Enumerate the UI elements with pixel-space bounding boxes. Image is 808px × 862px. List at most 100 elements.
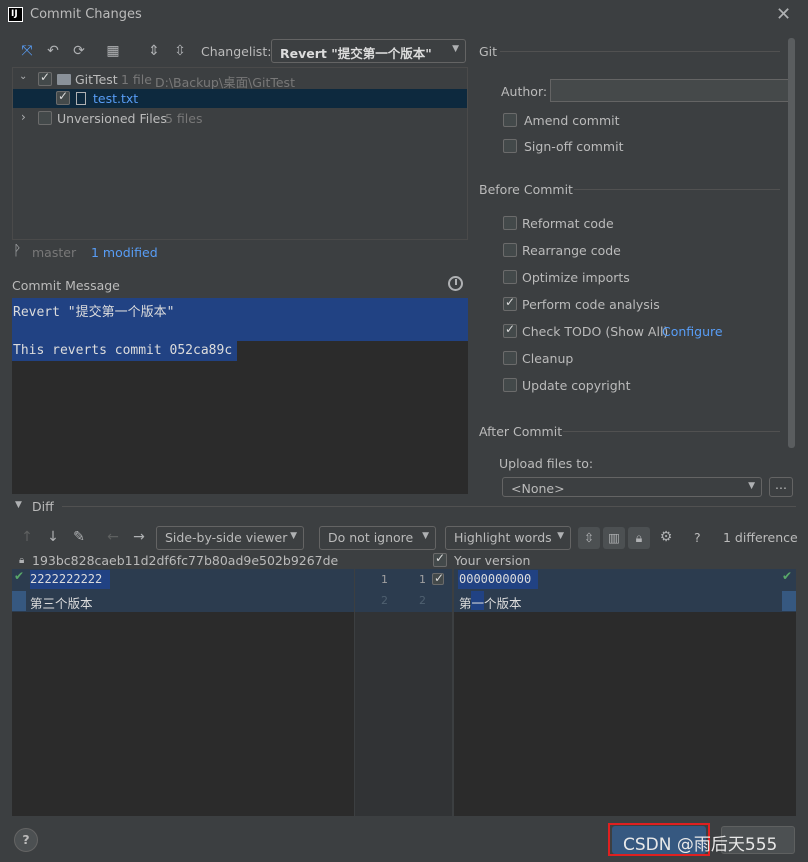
- rearrange-checkbox[interactable]: [503, 243, 517, 257]
- upload-more-button[interactable]: ...: [769, 477, 793, 497]
- gutter-left-1: 1: [381, 573, 388, 586]
- chevron-down-icon[interactable]: ⌄: [19, 71, 27, 82]
- author-input[interactable]: [550, 79, 789, 102]
- reformat-label[interactable]: Reformat code: [522, 216, 614, 231]
- tree-root-row[interactable]: ⌄ GitTest 1 file D:\Backup\桌面\GitTest: [13, 70, 467, 90]
- arrow-right-icon[interactable]: →: [130, 529, 148, 545]
- right-header-title: Your version: [454, 553, 531, 568]
- changelist-label: Changelist:: [201, 44, 272, 59]
- unversioned-name: Unversioned Files: [57, 111, 167, 126]
- copyright-checkbox[interactable]: [503, 378, 517, 392]
- chevron-right-icon[interactable]: ›: [21, 110, 26, 124]
- reformat-checkbox[interactable]: [503, 216, 517, 230]
- todo-checkbox[interactable]: [503, 322, 517, 338]
- left-line-1: 2222222222: [30, 572, 103, 586]
- changes-tree[interactable]: ⌄ GitTest 1 file D:\Backup\桌面\GitTest te…: [12, 67, 468, 240]
- arrow-up-icon[interactable]: ↑: [18, 529, 36, 545]
- sync-scroll-icon[interactable]: ▥: [603, 527, 625, 549]
- amend-checkbox[interactable]: [503, 113, 517, 127]
- ignore-value: Do not ignore: [328, 530, 414, 545]
- arrow-down-icon[interactable]: ↓: [44, 529, 62, 545]
- arrow-left-icon[interactable]: ←: [104, 529, 122, 545]
- check-icon: ✔: [782, 569, 793, 583]
- group-by-icon[interactable]: ▦: [104, 43, 122, 59]
- upload-label: Upload files to:: [499, 456, 594, 471]
- viewer-value: Side-by-side viewer: [165, 530, 288, 545]
- left-revision-hash: 193bc828caeb11d2df6fc77b80ad9e502b9267de: [32, 553, 339, 568]
- help-icon[interactable]: ?: [694, 530, 701, 545]
- options-scrollbar[interactable]: [788, 38, 795, 448]
- help-button[interactable]: ?: [14, 828, 38, 852]
- chevron-down-icon: ▼: [557, 531, 564, 541]
- refresh-icon[interactable]: ⟳: [70, 43, 88, 59]
- gutter-right-1: 1: [419, 573, 426, 586]
- right-header-checkbox[interactable]: [433, 551, 447, 567]
- configure-link[interactable]: Configure: [662, 324, 723, 339]
- lock-icon[interactable]: 🔒︎: [628, 527, 650, 549]
- todo-label[interactable]: Check TODO (Show All): [522, 324, 668, 339]
- cleanup-label[interactable]: Cleanup: [522, 351, 573, 366]
- close-icon[interactable]: ✕: [776, 4, 791, 25]
- chevron-down-icon: ▼: [290, 531, 297, 541]
- amend-label[interactable]: Amend commit: [524, 113, 620, 128]
- changelist-select[interactable]: Revert "提交第一个版本" ▼: [271, 39, 466, 63]
- root-name: GitTest: [75, 72, 118, 87]
- git-section-title: Git: [479, 44, 498, 59]
- ignore-select[interactable]: Do not ignore ▼: [319, 526, 436, 550]
- clock-icon[interactable]: [448, 276, 463, 291]
- upload-select[interactable]: <None> ▼: [502, 477, 762, 497]
- commit-line-1: Revert "提交第一个版本": [13, 305, 175, 320]
- changelist-value: Revert "提交第一个版本": [280, 46, 432, 61]
- file-checkbox[interactable]: [56, 89, 70, 105]
- window-title: Commit Changes: [30, 7, 142, 22]
- viewer-select[interactable]: Side-by-side viewer ▼: [156, 526, 304, 550]
- copyright-label[interactable]: Update copyright: [522, 378, 630, 393]
- chevron-down-icon: ▼: [422, 531, 429, 541]
- root-count: 1 file: [121, 72, 152, 87]
- right-gutter-marker: [782, 591, 796, 611]
- chevron-down-icon[interactable]: ▼: [15, 500, 22, 510]
- branch-name: master: [32, 245, 77, 260]
- commit-message-editor[interactable]: Revert "提交第一个版本" This reverts commit 052…: [12, 298, 468, 494]
- undo-icon[interactable]: ↶: [44, 43, 62, 59]
- diff-divider: [62, 506, 796, 507]
- edit-icon[interactable]: ✎: [70, 529, 88, 545]
- before-commit-divider: [574, 189, 780, 190]
- root-checkbox[interactable]: [38, 70, 52, 86]
- rearrange-label[interactable]: Rearrange code: [522, 243, 621, 258]
- cleanup-checkbox[interactable]: [503, 351, 517, 365]
- analysis-label[interactable]: Perform code analysis: [522, 297, 660, 312]
- gear-icon[interactable]: ⚙: [657, 529, 675, 545]
- app-logo-icon: IJ: [8, 7, 23, 22]
- modified-count[interactable]: 1 modified: [91, 245, 158, 260]
- collapse-all-icon[interactable]: ⇳: [171, 43, 189, 59]
- gutter-checkbox[interactable]: [432, 571, 444, 585]
- branch-icon: ᚹ: [13, 243, 22, 259]
- tree-file-row[interactable]: test.txt: [13, 89, 467, 108]
- gutter-left-2: 2: [381, 594, 388, 607]
- after-commit-divider: [563, 431, 780, 432]
- signoff-label[interactable]: Sign-off commit: [524, 139, 624, 154]
- optimize-checkbox[interactable]: [503, 270, 517, 284]
- signoff-checkbox[interactable]: [503, 139, 517, 153]
- optimize-label[interactable]: Optimize imports: [522, 270, 630, 285]
- difference-count: 1 difference: [723, 530, 798, 545]
- commit-message-label: Commit Message: [12, 278, 120, 293]
- move-icon[interactable]: ⤧: [18, 43, 36, 59]
- left-line-2: 第三个版本: [30, 596, 93, 611]
- git-divider: [500, 51, 780, 52]
- text-file-icon: [76, 92, 86, 105]
- check-icon: ✔: [14, 569, 25, 583]
- diff-right-pane[interactable]: ✔ 0000000000 第一个版本: [454, 569, 796, 816]
- expand-all-icon[interactable]: ⇕: [145, 43, 163, 59]
- after-commit-title: After Commit: [479, 424, 563, 439]
- collapse-unchanged-icon[interactable]: ⇳: [578, 527, 600, 549]
- tree-unversioned-row[interactable]: › Unversioned Files 5 files: [13, 109, 467, 128]
- diff-left-pane[interactable]: ✔ 2222222222 第三个版本: [12, 569, 354, 816]
- unversioned-checkbox[interactable]: [38, 111, 52, 125]
- highlight-select[interactable]: Highlight words ▼: [445, 526, 571, 550]
- folder-icon: [57, 74, 71, 85]
- file-name[interactable]: test.txt: [93, 91, 138, 106]
- analysis-checkbox[interactable]: [503, 295, 517, 311]
- chevron-down-icon: ▼: [748, 481, 755, 491]
